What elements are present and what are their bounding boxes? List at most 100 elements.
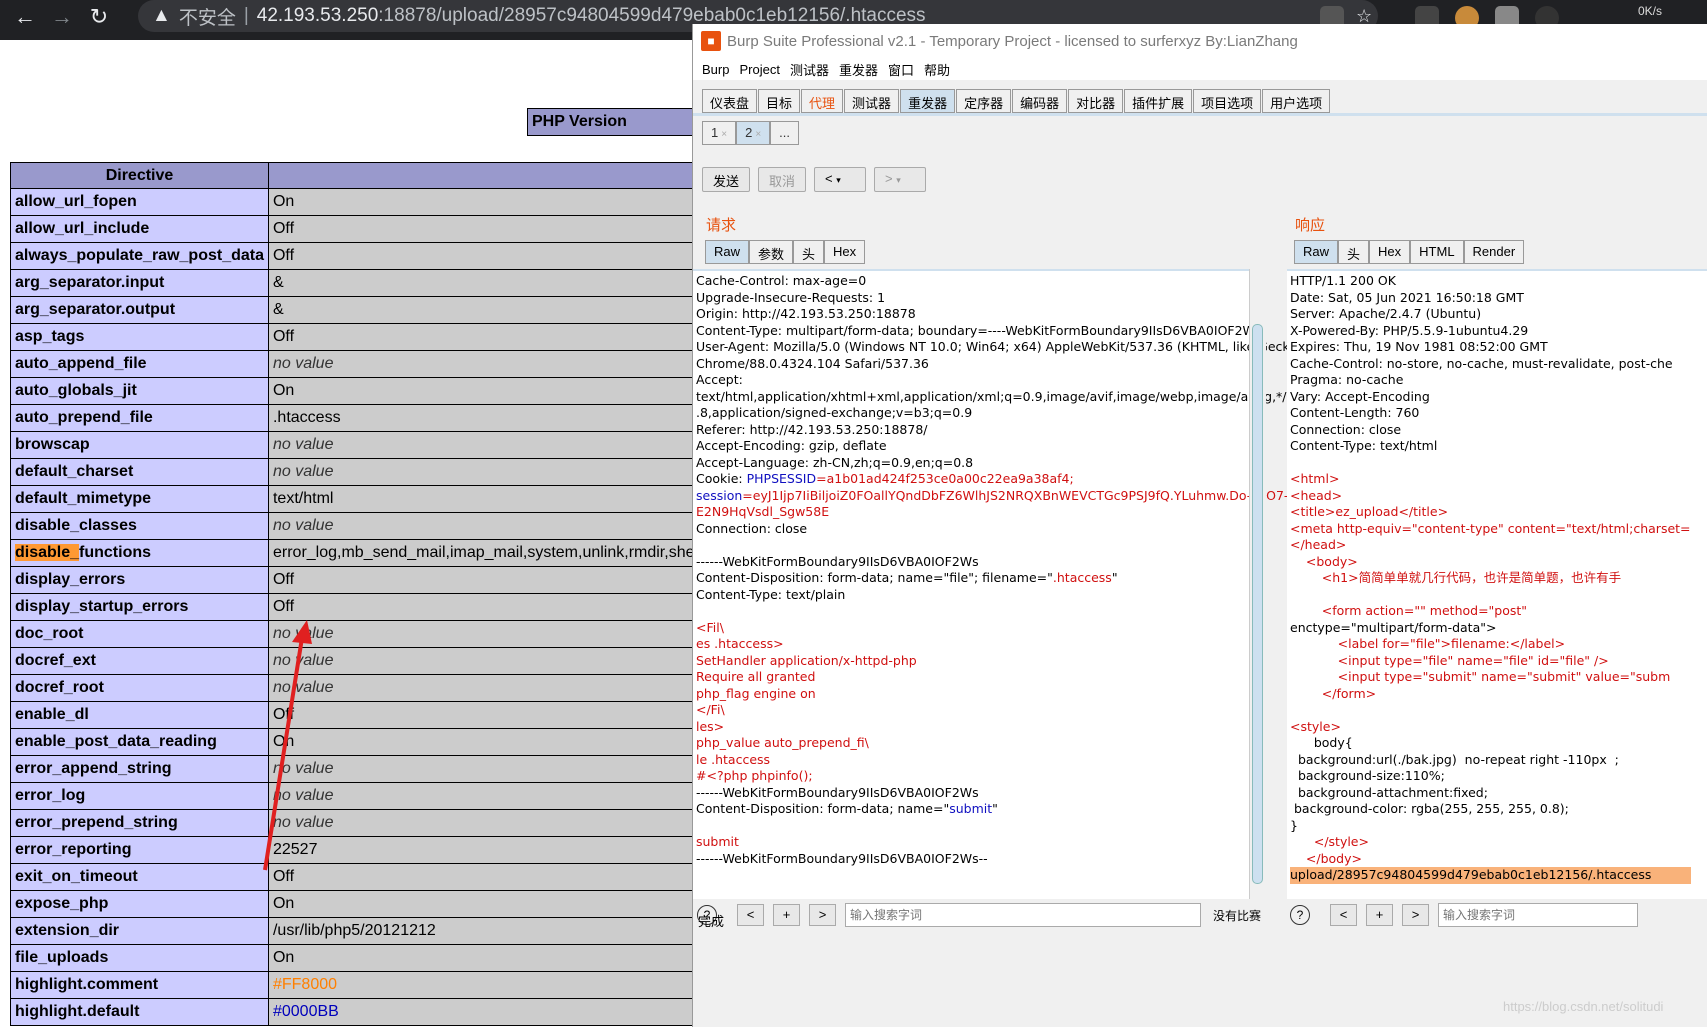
main-tab[interactable]: 用户选项	[1262, 89, 1331, 113]
view-tab[interactable]: Render	[1463, 240, 1525, 264]
menu-item[interactable]: 重发器	[839, 60, 878, 79]
html-line: <h1>简简单单就几行代码，也许是简单题，也许有手	[1290, 570, 1622, 585]
search-prev-button[interactable]: <	[1330, 904, 1357, 926]
directive-name: extension_dir	[10, 917, 269, 945]
directive-value: no value	[267, 512, 700, 540]
code-line: Cache-Control: max-age=0	[696, 273, 867, 288]
code-line: HTTP/1.1 200 OK	[1290, 273, 1396, 288]
main-tab[interactable]: 重发器	[900, 89, 956, 113]
value-text: no value	[272, 463, 334, 480]
request-scroll-thumb[interactable]	[1252, 324, 1263, 884]
reload-icon[interactable]: ↻	[82, 4, 116, 30]
main-tab[interactable]: 定序器	[956, 89, 1012, 113]
view-tab[interactable]: HTML	[1410, 240, 1464, 264]
value-text: On	[272, 382, 295, 399]
menu-item[interactable]: 测试器	[790, 60, 829, 79]
main-tabs: 仪表盘 目标 代理 测试器 重发器 定序器 编码器 对比器 插件扩展 项目选项 用户选项	[702, 89, 1331, 113]
back-history-button[interactable]: < ▾	[814, 167, 867, 192]
burp-window: ■ Burp Suite Professional v2.1 - Tempora…	[692, 24, 1707, 1027]
table-row: expose_php On	[10, 890, 700, 918]
view-tab[interactable]: 参数	[749, 240, 794, 264]
code-line: Expires: Thu, 19 Nov 1981 08:52:00 GMT	[1290, 339, 1548, 354]
value-header	[267, 162, 700, 189]
table-row: error_append_string no value	[10, 755, 700, 783]
payload-line: <Fil\	[696, 619, 724, 635]
code-line: Pragma: no-cache	[1290, 372, 1404, 387]
warning-icon: ▲	[152, 5, 171, 26]
view-tab[interactable]: Hex	[1369, 240, 1411, 264]
directive-name: display_startup_errors	[10, 593, 269, 621]
payload-line: #<?php phpinfo();	[696, 768, 813, 783]
view-tab[interactable]: Raw	[1294, 240, 1339, 264]
close-icon[interactable]: ×	[755, 129, 761, 140]
code-line: ------WebKitFormBoundary9IIsD6VBA0IOF2Ws…	[696, 850, 988, 866]
cancel-button[interactable]: 取消	[758, 167, 807, 192]
main-tab[interactable]: 目标	[758, 89, 801, 113]
response-search-input[interactable]	[1438, 903, 1638, 927]
menu-item[interactable]: Burp	[702, 62, 729, 77]
main-tab[interactable]: 测试器	[844, 89, 900, 113]
main-tab[interactable]: 项目选项	[1193, 89, 1262, 113]
payload-line: SetHandler application/x-httpd-php	[696, 652, 917, 668]
request-text[interactable]: Cache-Control: max-age=0 Upgrade-Insecure…	[696, 273, 1323, 867]
view-tab[interactable]: Hex	[824, 240, 866, 264]
directive-name-rest: functions	[79, 544, 152, 561]
search-add-button[interactable]: +	[1366, 904, 1393, 926]
search-add-button[interactable]: +	[773, 904, 800, 926]
response-viewer[interactable]: HTTP/1.1 200 OK Date: Sat, 05 Jun 2021 16…	[1287, 269, 1707, 899]
main-tab[interactable]: 对比器	[1068, 89, 1124, 113]
view-tab[interactable]: 头	[793, 240, 825, 264]
html-line: <body>	[1290, 553, 1358, 569]
directive-name: error_prepend_string	[10, 809, 269, 837]
table-row: auto_append_file no value	[10, 350, 700, 378]
send-button[interactable]: 发送	[702, 167, 751, 192]
forward-icon[interactable]: →	[45, 4, 79, 30]
menu-item[interactable]: 窗口	[888, 60, 914, 79]
repeater-tab[interactable]: 2 ×	[736, 121, 771, 145]
directive-value: &	[267, 269, 700, 297]
request-editor[interactable]: Cache-Control: max-age=0 Upgrade-Insecure…	[693, 269, 1323, 899]
main-tab[interactable]: 编码器	[1012, 89, 1068, 113]
table-row: disable_functions error_log,mb_send_mail,…	[10, 539, 700, 567]
directive-name: disable_classes	[10, 512, 269, 540]
field-name: submit	[949, 801, 993, 816]
search-next-button[interactable]: >	[1402, 904, 1429, 926]
window-title-bar: ■ Burp Suite Professional v2.1 - Tempora…	[693, 24, 1707, 58]
back-label: <	[825, 171, 833, 186]
table-row: default_charset no value	[10, 458, 700, 486]
directive-value: On	[267, 890, 700, 918]
main-tab[interactable]: 代理	[801, 89, 844, 113]
value-text: text/html	[272, 490, 334, 507]
directive-name: doc_root	[10, 620, 269, 648]
directive-value: /usr/lib/php5/20121212	[267, 917, 700, 945]
html-line: }	[1290, 817, 1298, 833]
payload-line: php_value auto_prepend_fi\	[696, 735, 869, 750]
table-row: doc_root no value	[10, 620, 700, 648]
code-line: Chrome/88.0.4324.104 Safari/537.36	[696, 355, 929, 371]
code-line: Referer: http://42.193.53.250:18878/	[696, 421, 928, 437]
response-text[interactable]: HTTP/1.1 200 OK Date: Sat, 05 Jun 2021 16…	[1290, 273, 1691, 884]
value-text: #0000BB	[272, 1003, 339, 1020]
menu-item[interactable]: 帮助	[924, 60, 950, 79]
search-next-button[interactable]: >	[809, 904, 836, 926]
main-tab[interactable]: 插件扩展	[1124, 89, 1193, 113]
menu-item[interactable]: Project	[739, 62, 779, 77]
help-icon[interactable]: ?	[1290, 905, 1310, 925]
forward-history-button[interactable]: > ▾	[874, 167, 927, 192]
search-prev-button[interactable]: <	[737, 904, 764, 926]
main-tab[interactable]: 仪表盘	[702, 89, 758, 113]
directive-value: no value	[267, 782, 700, 810]
request-search-input[interactable]	[845, 903, 1201, 927]
repeater-tab[interactable]: 1 ×	[702, 121, 737, 145]
value-text: Off	[272, 571, 295, 588]
view-tab[interactable]: Raw	[705, 240, 750, 264]
html-line: <style>	[1290, 718, 1341, 734]
code-line: ------WebKitFormBoundary9IIsD6VBA0IOF2Ws	[696, 784, 979, 800]
directive-table: Directive allow_url_fopen On allow_url_inc…	[10, 162, 700, 1026]
back-icon[interactable]: ←	[8, 4, 42, 30]
table-row: highlight.comment #FF8000	[10, 971, 700, 999]
repeater-tab[interactable]: ...	[770, 121, 799, 145]
close-icon[interactable]: ×	[721, 129, 727, 140]
view-tab[interactable]: 头	[1338, 240, 1370, 264]
html-line	[1290, 702, 1691, 719]
